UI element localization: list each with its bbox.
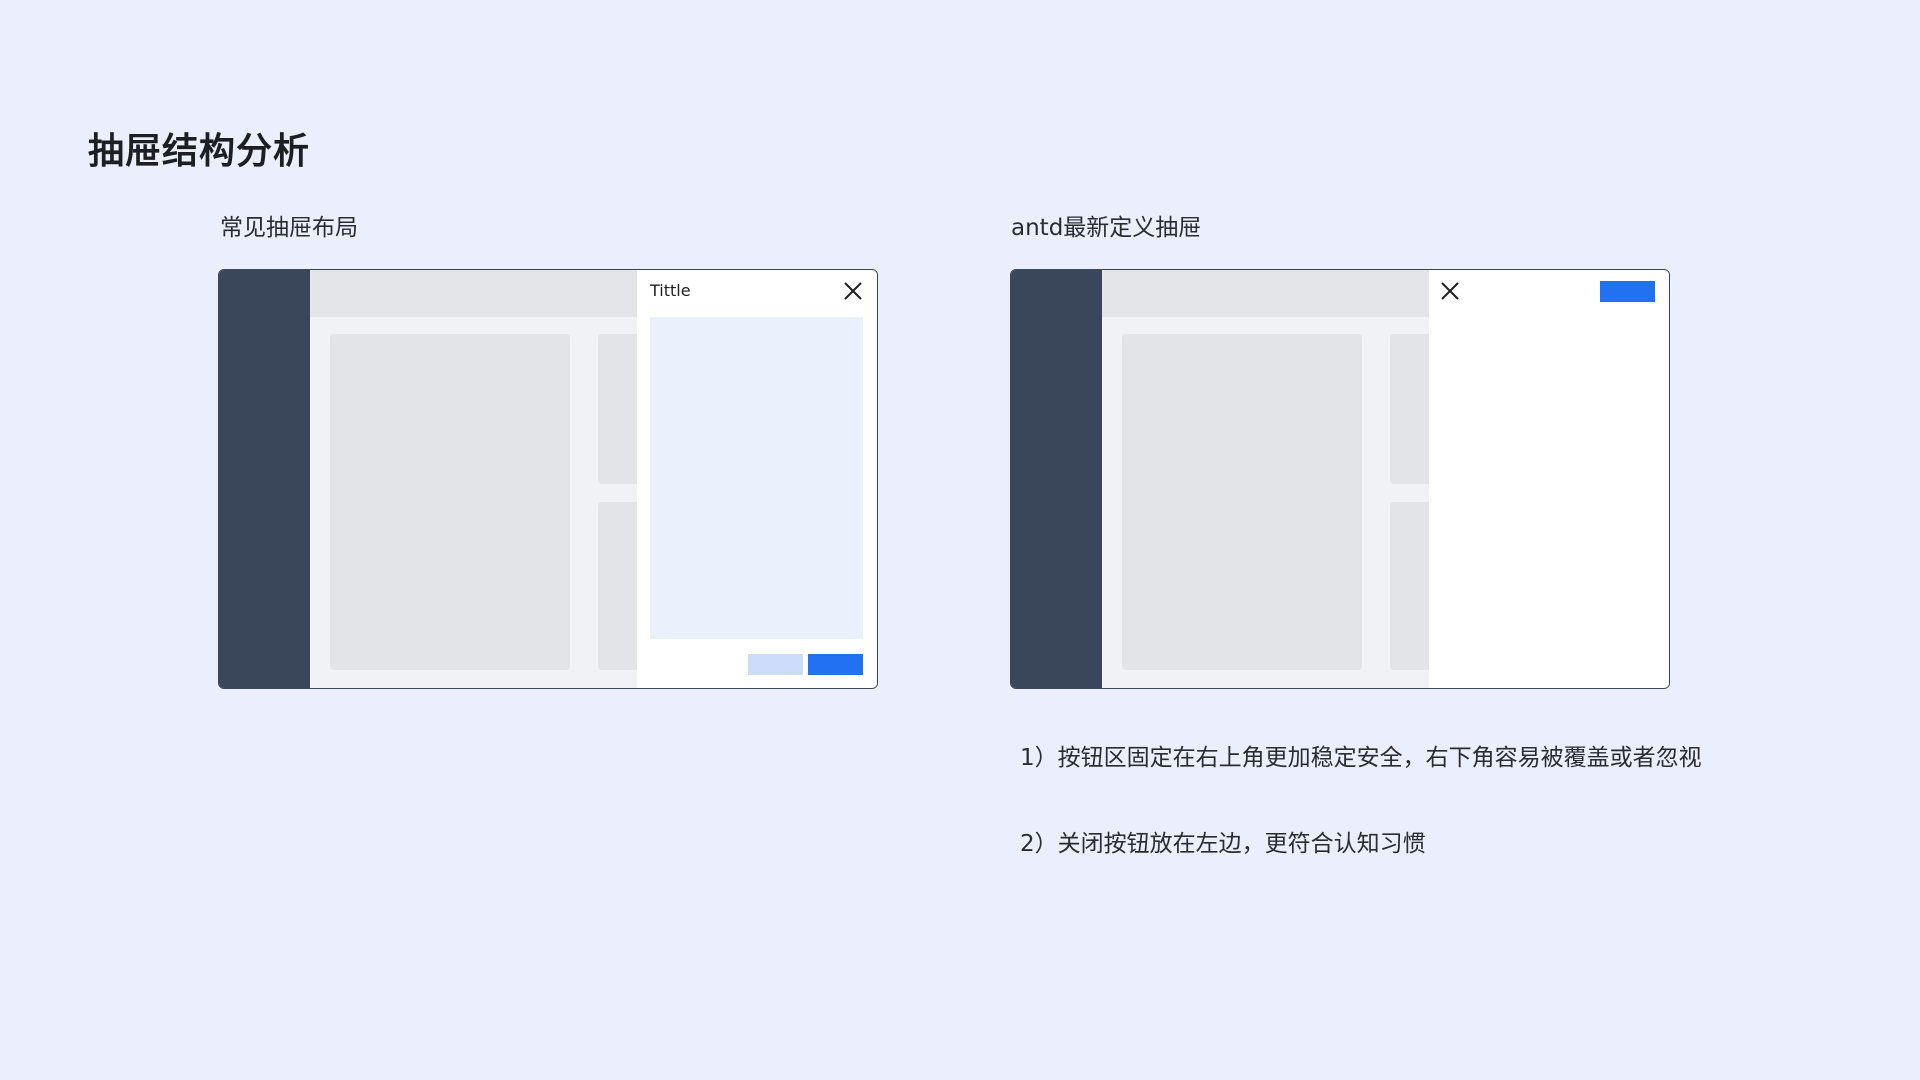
mock-sidebar [219, 270, 310, 688]
drawer-primary-button[interactable] [1600, 281, 1655, 302]
left-example-label: 常见抽屉布局 [220, 215, 358, 241]
mock-sidebar [1011, 270, 1102, 688]
page: 抽屉结构分析 常见抽屉布局 antd最新定义抽屉 Tittle 1）按钮区固定在… [0, 0, 1920, 1080]
drawer-secondary-button[interactable] [748, 654, 803, 675]
notes: 1）按钮区固定在右上角更加稳定安全，右下角容易被覆盖或者忽视 2）关闭按钮放在左… [1020, 738, 1702, 910]
common-drawer-mockup: Tittle [218, 269, 878, 689]
drawer-panel [1429, 270, 1669, 688]
close-icon[interactable] [1439, 280, 1461, 302]
mock-content-card [330, 334, 570, 670]
drawer-primary-button[interactable] [808, 654, 863, 675]
drawer-panel: Tittle [637, 270, 877, 688]
right-example-label: antd最新定义抽屉 [1011, 215, 1202, 241]
antd-drawer-mockup [1010, 269, 1670, 689]
drawer-content [650, 317, 863, 639]
close-icon[interactable] [842, 280, 864, 302]
mock-content-card [1122, 334, 1362, 670]
note-item: 2）关闭按钮放在左边，更符合认知习惯 [1020, 831, 1426, 857]
note-item: 1）按钮区固定在右上角更加稳定安全，右下角容易被覆盖或者忽视 [1020, 745, 1702, 771]
page-title: 抽屉结构分析 [88, 131, 311, 172]
drawer-title: Tittle [650, 281, 691, 300]
